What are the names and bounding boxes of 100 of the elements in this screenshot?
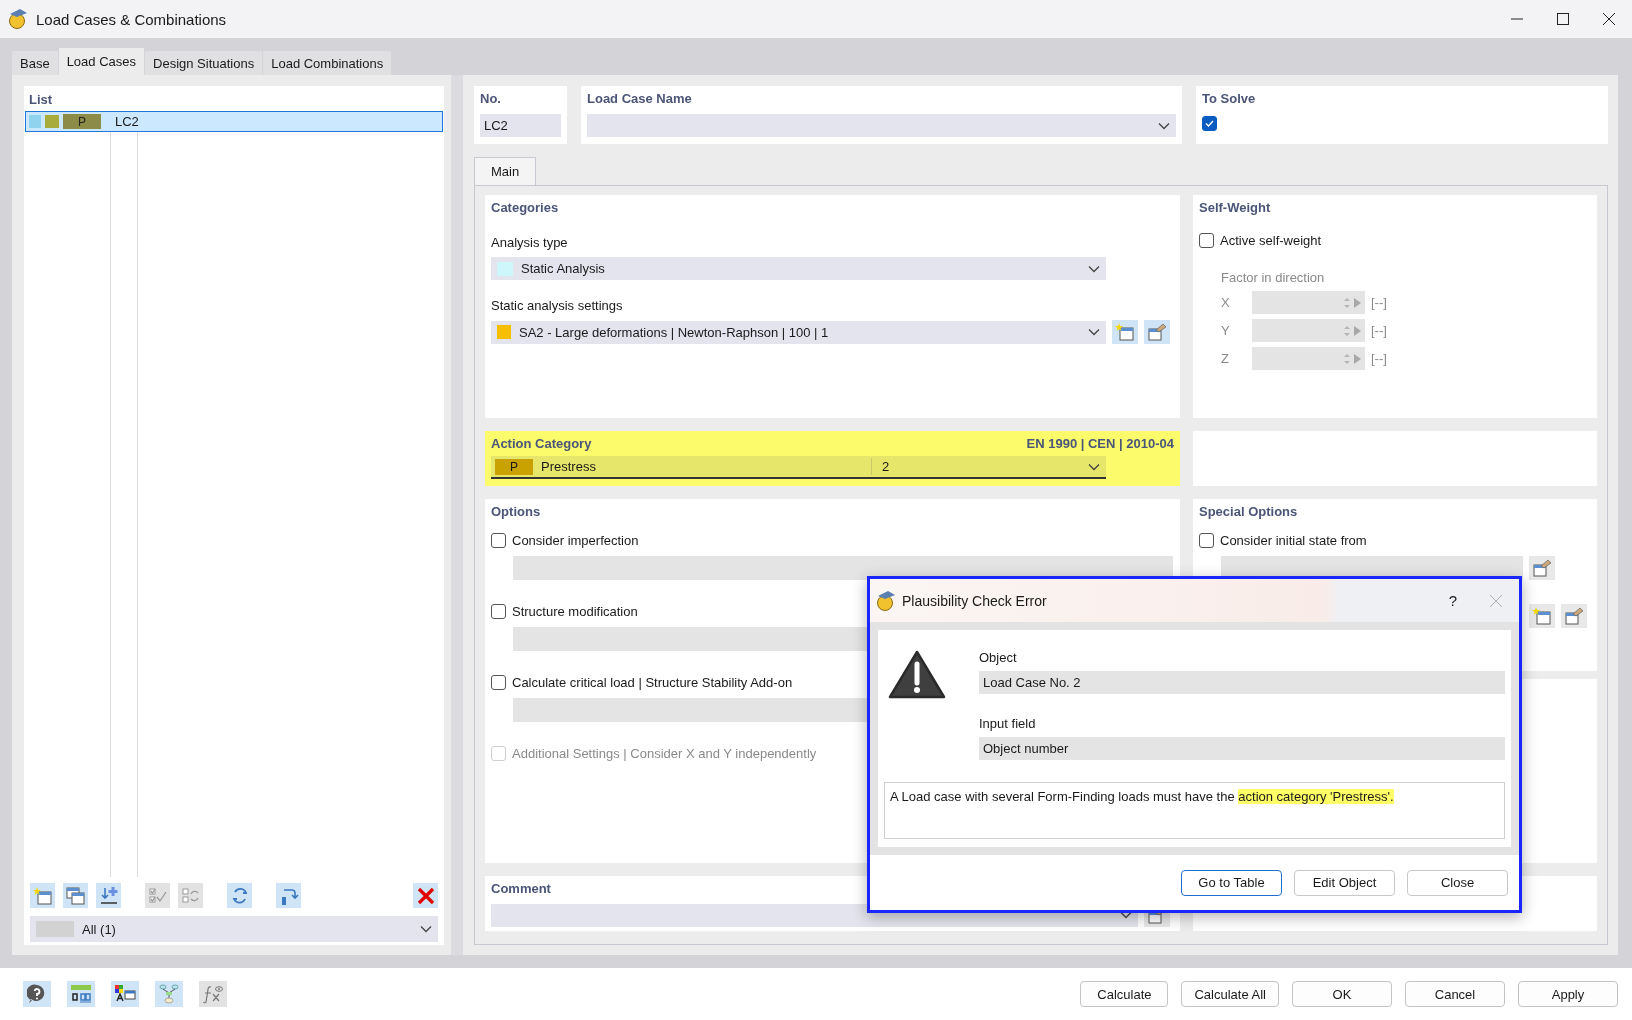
checkbox-label: Consider imperfection xyxy=(512,533,639,548)
tab[interactable]: Design Situations xyxy=(145,51,263,75)
footer-button[interactable]: OK xyxy=(1292,981,1392,1007)
import-button[interactable] xyxy=(96,883,121,908)
new-window-button[interactable] xyxy=(1112,320,1138,344)
maximize-icon xyxy=(1557,13,1569,25)
axis-label: Y xyxy=(1221,323,1231,338)
play-icon xyxy=(1354,353,1361,364)
warning-icon xyxy=(888,650,946,700)
app-logo-icon xyxy=(8,8,28,30)
spin-field[interactable] xyxy=(1252,291,1365,314)
standard-label: EN 1990 | CEN | 2010-04 xyxy=(1026,436,1174,451)
field-label: Factor in direction xyxy=(1221,270,1325,285)
footer-button[interactable]: Apply xyxy=(1518,981,1618,1007)
close-icon xyxy=(1490,594,1502,607)
footer-button[interactable]: Calculate All xyxy=(1181,981,1279,1007)
footer-button[interactable]: Cancel xyxy=(1405,981,1505,1007)
field-label: Load Case Name xyxy=(587,91,693,106)
close-icon xyxy=(1603,13,1615,25)
section-heading: Special Options xyxy=(1199,504,1299,519)
checkbox[interactable] xyxy=(1199,233,1214,248)
spin-arrows-icon xyxy=(1344,352,1350,365)
tab[interactable]: Load Cases xyxy=(58,48,145,75)
window-title: Load Cases & Combinations xyxy=(36,10,228,28)
edit-button[interactable] xyxy=(1529,556,1555,580)
delete-button[interactable] xyxy=(413,883,438,908)
dialog-button[interactable]: Edit Object xyxy=(1294,869,1395,896)
play-icon xyxy=(1354,325,1361,336)
spin-arrows-icon xyxy=(1344,324,1350,337)
checkbox-label: Consider initial state from xyxy=(1220,533,1367,548)
checkbox[interactable] xyxy=(491,675,506,690)
field-label: To Solve xyxy=(1202,91,1257,106)
help-button[interactable] xyxy=(23,981,51,1007)
color-swatch xyxy=(36,921,74,937)
tab[interactable]: Main xyxy=(474,157,537,185)
unit-label: [--] xyxy=(1371,323,1387,338)
check-icon xyxy=(1205,120,1214,127)
reorder-button[interactable] xyxy=(276,883,301,908)
section-heading: Options xyxy=(491,504,542,519)
copy-button[interactable] xyxy=(63,883,88,908)
checkbox[interactable] xyxy=(1199,533,1214,548)
unit-label: [--] xyxy=(1371,295,1387,310)
field-label: Input field xyxy=(979,716,1037,731)
axis-label: X xyxy=(1221,295,1231,310)
footer-button[interactable]: Calculate xyxy=(1080,981,1169,1007)
colors-button[interactable] xyxy=(111,981,139,1007)
dialog-button[interactable]: Close xyxy=(1407,869,1508,896)
units-button[interactable] xyxy=(67,981,95,1007)
section-heading: Categories xyxy=(491,200,560,215)
edit-button[interactable] xyxy=(1144,320,1170,344)
checkbox[interactable] xyxy=(491,533,506,548)
spin-arrows-icon xyxy=(1344,296,1350,309)
field-label: Analysis type xyxy=(491,235,569,250)
list-item-name: LC2 xyxy=(114,114,139,129)
field-label: Static analysis settings xyxy=(491,298,624,313)
app-logo-icon xyxy=(876,589,896,612)
error-message: A Load case with several Form-Finding loads must have the action category 'Prestress'. xyxy=(884,782,1505,839)
checkbox[interactable] xyxy=(1202,116,1217,131)
color-swatch xyxy=(497,325,511,339)
tab[interactable]: Base xyxy=(12,51,58,75)
category-tag: P xyxy=(63,114,101,129)
field-label: Object xyxy=(979,650,1018,665)
list-row[interactable]: P LC2 xyxy=(25,111,443,132)
input-field-value: Object number xyxy=(979,737,1505,760)
chevron-down-icon xyxy=(1158,121,1170,130)
analysis-settings-dropdown[interactable]: SA2 - Large deformations | Newton-Raphson | 100 | 1 xyxy=(491,320,1106,344)
dialog-button[interactable]: Go to Table xyxy=(1181,869,1282,896)
section-heading: Self-Weight xyxy=(1199,200,1272,215)
new-window-button[interactable] xyxy=(30,883,55,908)
action-category-dropdown[interactable]: P Prestress 2 xyxy=(491,456,1106,479)
chevron-down-icon xyxy=(1088,328,1100,336)
section-heading: Comment xyxy=(491,881,552,896)
spin-field[interactable] xyxy=(1252,319,1365,342)
number-field[interactable]: LC2 xyxy=(480,114,561,137)
play-icon xyxy=(1354,297,1361,308)
chevron-down-icon xyxy=(1120,911,1132,919)
checkbox-label: Calculate critical load | Structure Stability Add-on xyxy=(512,675,793,690)
analysis-type-dropdown[interactable]: Static Analysis xyxy=(491,257,1106,280)
field-label: No. xyxy=(480,91,502,106)
renumber-button[interactable] xyxy=(227,883,252,908)
spin-field[interactable] xyxy=(1252,347,1365,370)
chevron-down-icon xyxy=(1088,264,1100,273)
new-window-button[interactable] xyxy=(1529,604,1555,628)
object-field: Load Case No. 2 xyxy=(979,671,1505,694)
minimize-icon xyxy=(1511,18,1523,20)
filter-dropdown[interactable]: All (1) xyxy=(30,916,438,942)
chevron-down-icon xyxy=(1088,462,1100,471)
help-button[interactable]: ? xyxy=(1433,585,1473,616)
input-field[interactable] xyxy=(513,556,1173,580)
checkbox-label: Active self-weight xyxy=(1220,233,1322,248)
checkbox-label: Structure modification xyxy=(512,604,638,619)
dropdown-value: Prestress xyxy=(541,459,597,474)
checkbox-label: Additional Settings | Consider X and Y independently xyxy=(512,746,817,761)
tree-button[interactable] xyxy=(155,981,183,1007)
axis-label: Z xyxy=(1221,351,1230,366)
tab[interactable]: Load Combinations xyxy=(263,51,392,75)
edit-button[interactable] xyxy=(1561,604,1587,628)
dialog-title: Plausibility Check Error xyxy=(902,592,1048,609)
category-tag: P xyxy=(495,458,533,475)
checkbox[interactable] xyxy=(491,604,506,619)
